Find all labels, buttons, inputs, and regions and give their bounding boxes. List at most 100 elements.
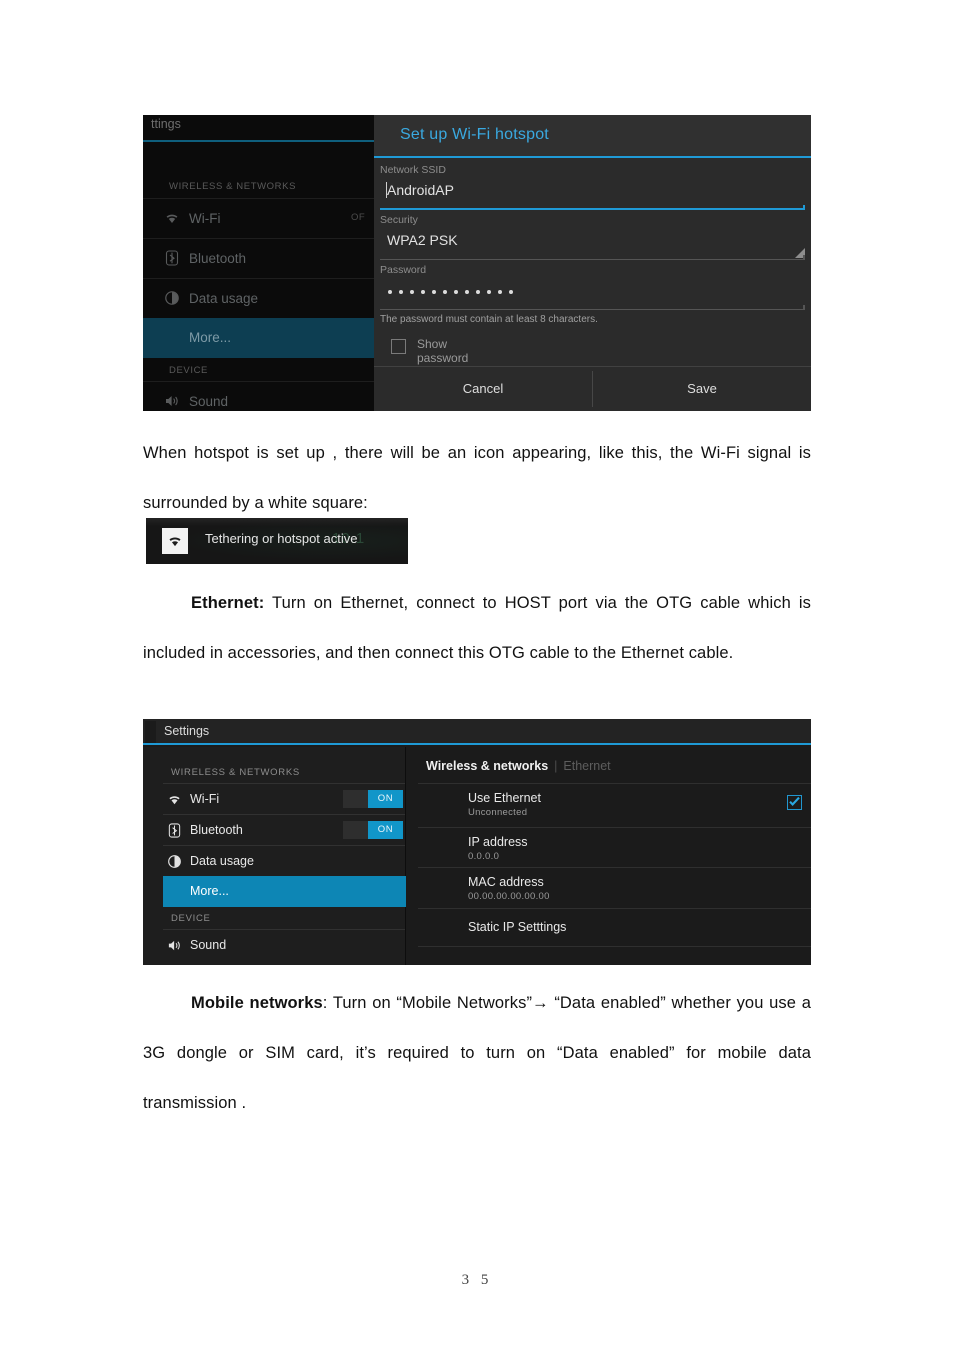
sidebar-item-label: Bluetooth — [190, 823, 243, 837]
sidebar-item-bluetooth[interactable]: Bluetooth ON — [163, 814, 405, 846]
show-password-label: Show password — [417, 337, 469, 365]
app-bar-accent-rule — [143, 743, 811, 745]
wifi-hotspot-icon — [162, 528, 188, 554]
data-usage-icon — [164, 290, 180, 306]
sidebar-item-label: More... — [189, 330, 232, 345]
data-usage-icon — [167, 854, 182, 869]
sidebar-item-label: Wi-Fi — [190, 792, 220, 806]
sidebar-item-label: Data usage — [190, 854, 254, 868]
row-subtitle: Unconnected — [468, 807, 528, 818]
dialog-title: Set up Wi-Fi hotspot — [400, 126, 549, 143]
toggle-on-label: ON — [368, 821, 403, 839]
dialog-footer: Cancel Save — [374, 366, 811, 411]
sidebar-item-label: Wi-Fi — [189, 211, 221, 226]
bluetooth-icon — [167, 823, 182, 838]
row-mac-address[interactable]: MAC address 00.00.00.00.00.00 — [418, 867, 811, 909]
sidebar-item-bluetooth[interactable]: Bluetooth — [143, 238, 374, 279]
ssid-label: Network SSID — [380, 164, 446, 176]
sidebar-item-label: Bluetooth — [189, 251, 247, 266]
password-dot — [399, 290, 403, 294]
row-ip-address[interactable]: IP address 0.0.0.0 — [418, 827, 811, 868]
paragraph-mobile-networks: Mobile networks: Turn on “Mobile Network… — [143, 978, 811, 1128]
sidebar-item-more[interactable]: More... — [163, 876, 406, 907]
password-dot — [487, 290, 491, 294]
row-title: IP address — [468, 835, 528, 849]
sidebar-item-wifi[interactable]: Wi-Fi OF — [143, 198, 374, 239]
password-dot — [498, 290, 502, 294]
settings-sidebar: WIRELESS & NETWORKS Wi-Fi ON Bluetooth O… — [143, 747, 406, 965]
wifi-hotspot-dialog: Set up Wi-Fi hotspot Network SSID Androi… — [374, 115, 811, 411]
sidebar-item-more[interactable]: More... — [143, 318, 374, 358]
sound-icon — [167, 938, 182, 953]
wifi-icon — [164, 210, 180, 226]
password-label: Password — [380, 264, 427, 276]
paragraph-lead-mobile: Mobile networks — [191, 994, 323, 1012]
sidebar-item-data-usage[interactable]: Data usage — [143, 278, 374, 319]
sidebar-item-label: More... — [190, 884, 229, 898]
sidebar-item-sound[interactable]: Sound — [163, 929, 405, 961]
password-underline — [380, 305, 805, 310]
sidebar-item-label: Data usage — [189, 291, 259, 306]
notification-label: Tethering or hotspot active — [205, 531, 358, 546]
page-number: 3 5 — [461, 1272, 493, 1288]
section-header-device: DEVICE — [169, 365, 208, 376]
document-page: ttings WIRELESS & NETWORKS Wi-Fi OF Blue… — [0, 0, 954, 1350]
screenshot-wifi-hotspot-dialog: ttings WIRELESS & NETWORKS Wi-Fi OF Blue… — [143, 115, 811, 411]
password-input[interactable] — [388, 290, 513, 294]
row-title: MAC address — [468, 875, 544, 889]
password-dot — [454, 290, 458, 294]
section-header-device: DEVICE — [171, 913, 211, 924]
bluetooth-icon — [164, 250, 180, 266]
password-dot — [465, 290, 469, 294]
wifi-icon — [167, 792, 182, 807]
sidebar-item-label: Sound — [189, 394, 229, 409]
cancel-button[interactable]: Cancel — [374, 367, 592, 411]
password-dot — [443, 290, 447, 294]
dialog-body: Network SSID AndroidAP Security WPA2 PSK… — [374, 158, 811, 367]
window-title: ttings — [151, 117, 181, 131]
password-dot — [476, 290, 480, 294]
row-divider-bottom — [418, 946, 811, 965]
show-password-checkbox[interactable] — [391, 339, 406, 354]
save-button[interactable]: Save — [593, 367, 811, 411]
row-static-ip-settings[interactable]: Static IP Setttings — [418, 908, 811, 947]
password-dot — [410, 290, 414, 294]
row-subtitle: 0.0.0.0 — [468, 851, 500, 862]
sidebar-item-data-usage[interactable]: Data usage — [163, 845, 405, 877]
row-title: Static IP Setttings — [468, 920, 567, 934]
paragraph-hotspot: When hotspot is set up , there will be a… — [143, 444, 811, 512]
wifi-toggle[interactable]: ON — [343, 790, 403, 808]
toggle-on-label: ON — [368, 790, 403, 808]
breadcrumb-separator: | — [554, 759, 558, 773]
row-subtitle: 00.00.00.00.00.00 — [468, 891, 550, 902]
ssid-underline — [380, 205, 805, 210]
security-label: Security — [380, 214, 418, 226]
bluetooth-toggle[interactable]: ON — [343, 821, 403, 839]
breadcrumb: Wireless & networks | Ethernet — [426, 759, 611, 773]
sidebar-item-sound[interactable]: Sound — [143, 381, 374, 411]
row-use-ethernet[interactable]: Use Ethernet Unconnected — [418, 783, 811, 828]
settings-sidebar-dimmed: ttings WIRELESS & NETWORKS Wi-Fi OF Blue… — [143, 115, 374, 411]
app-bar-title: Settings — [164, 724, 210, 738]
sidebar-item-wifi[interactable]: Wi-Fi ON — [163, 783, 405, 815]
title-underline — [143, 140, 374, 142]
use-ethernet-checkbox[interactable] — [787, 795, 802, 810]
password-dot — [388, 290, 392, 294]
breadcrumb-secondary: Ethernet — [563, 759, 611, 773]
settings-content-pane: Wireless & networks | Ethernet Use Etherne… — [406, 747, 811, 965]
dialog-header: Set up Wi-Fi hotspot — [374, 115, 811, 158]
security-underline — [380, 255, 805, 260]
screenshot-tethering-notification: 10.1 Tethering or hotspot active — [146, 518, 408, 564]
settings-app-icon — [145, 721, 156, 743]
ssid-input[interactable]: AndroidAP — [387, 182, 454, 198]
section-header-wireless: WIRELESS & NETWORKS — [169, 181, 297, 192]
paragraph-lead-ethernet: Ethernet: — [191, 594, 265, 612]
sidebar-item-label: Sound — [190, 938, 227, 952]
password-dot — [509, 290, 513, 294]
row-title: Use Ethernet — [468, 791, 541, 805]
section-header-wireless: WIRELESS & NETWORKS — [171, 767, 300, 778]
security-select[interactable]: WPA2 PSK — [387, 232, 458, 248]
breadcrumb-primary[interactable]: Wireless & networks — [426, 759, 548, 773]
sound-icon — [164, 393, 180, 409]
wifi-toggle-value: OF — [351, 212, 366, 223]
